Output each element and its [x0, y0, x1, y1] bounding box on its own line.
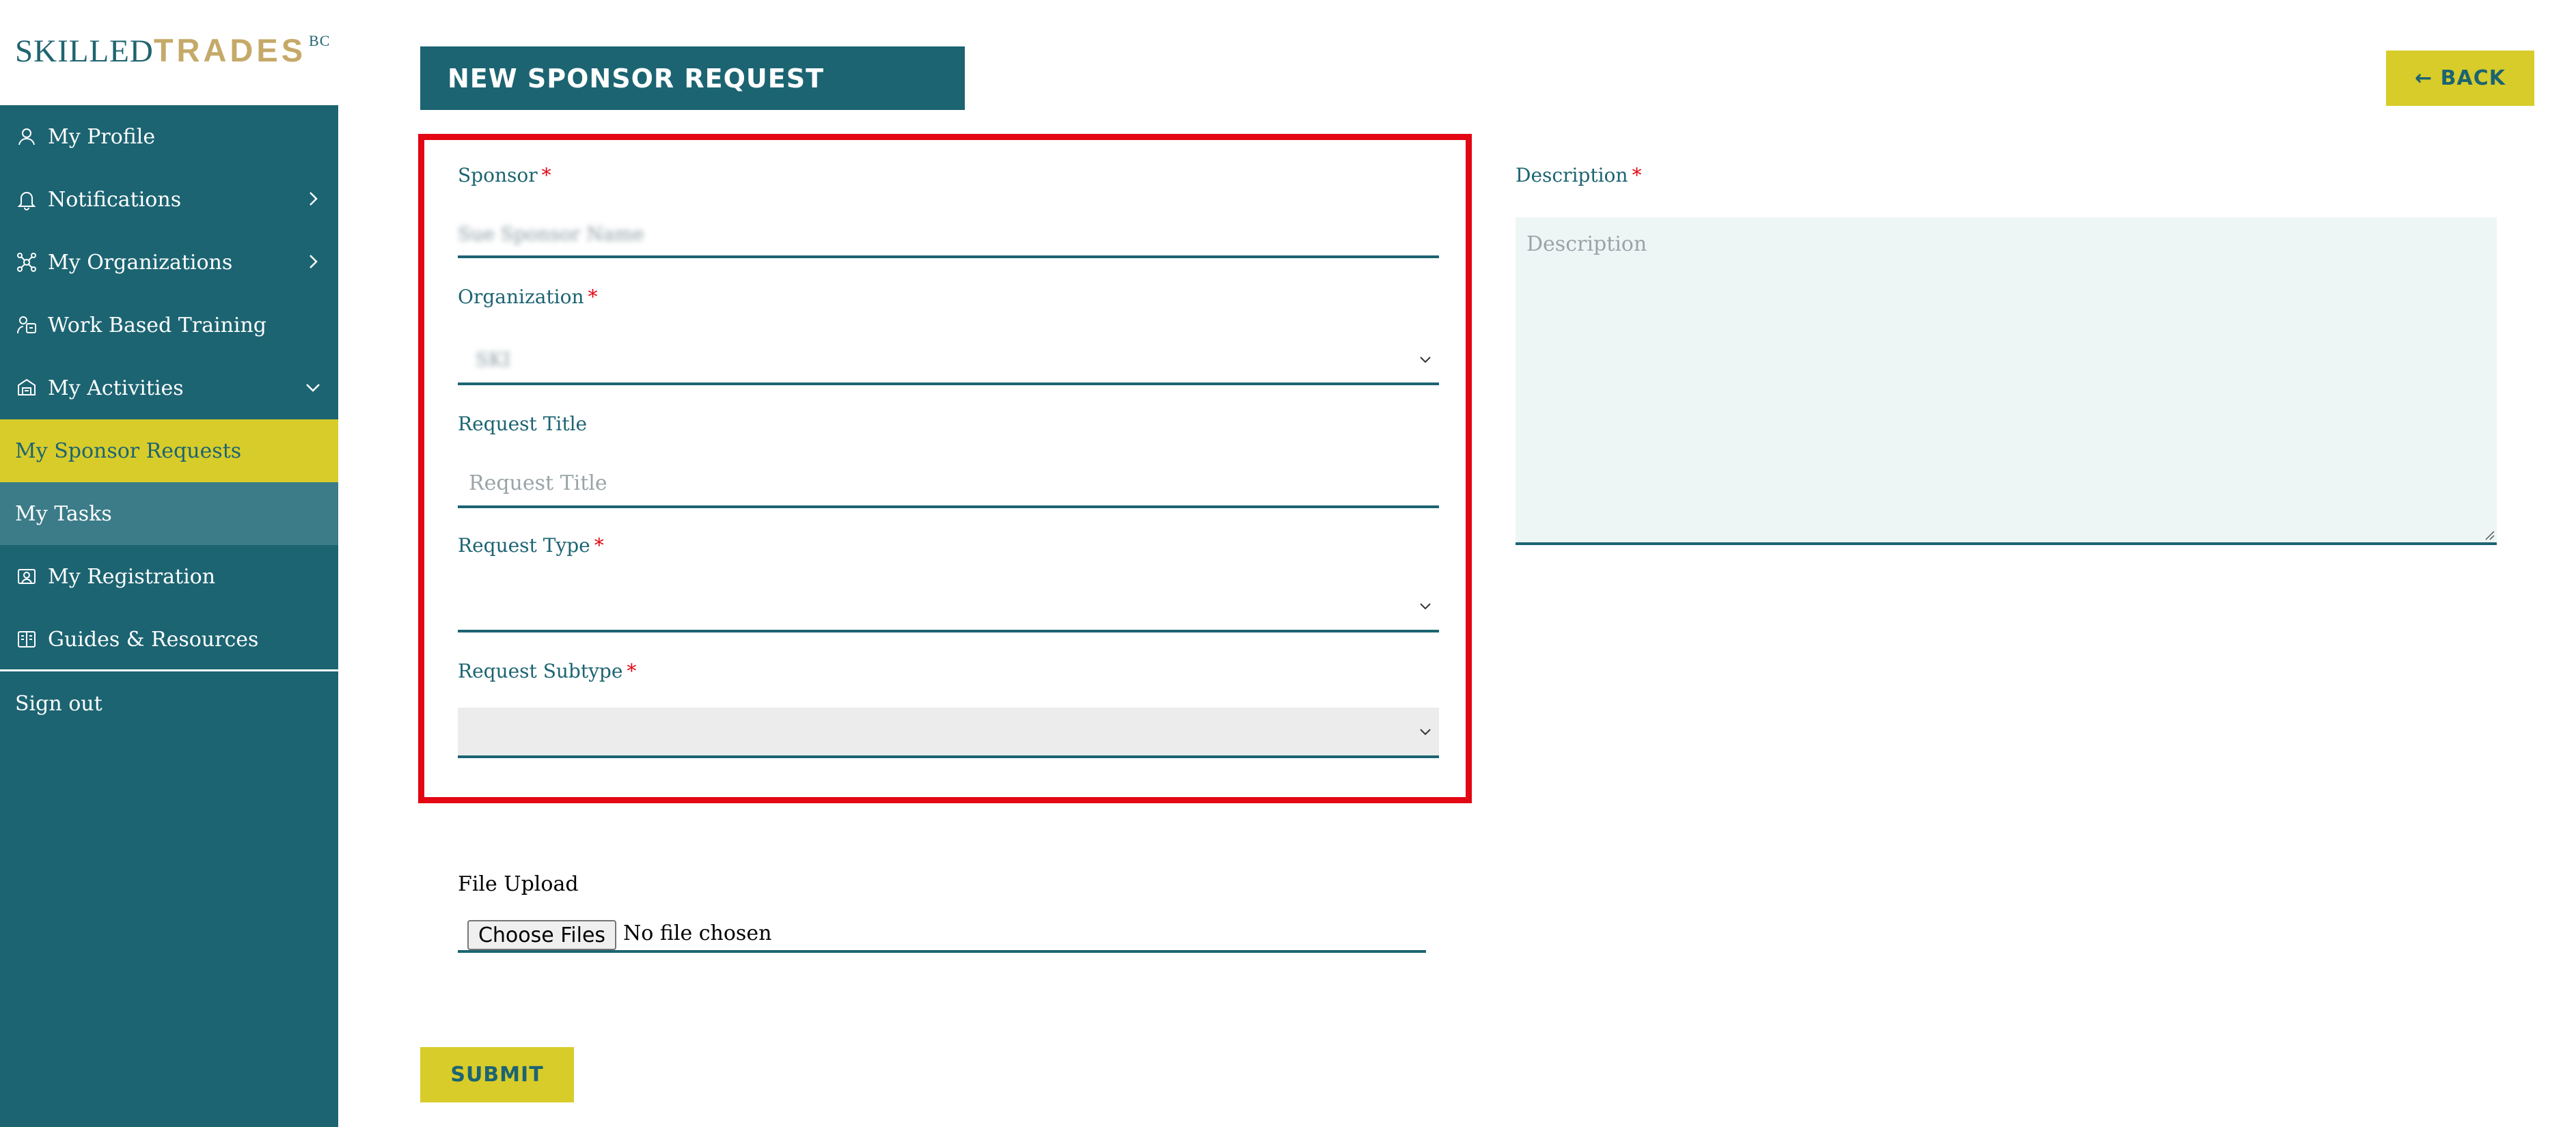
request-title-label: Request Title — [458, 413, 587, 435]
organization-label-text: Organization — [458, 286, 584, 308]
back-button[interactable]: ← BACK — [2386, 51, 2534, 106]
chevron-down-icon — [1420, 603, 1431, 610]
sidebar-item-label: Sign out — [15, 691, 102, 716]
chevron-down-icon — [1420, 729, 1431, 736]
submit-button[interactable]: SUBMIT — [420, 1047, 574, 1102]
required-marker: * — [1632, 164, 1642, 186]
description-placeholder: Description — [1526, 232, 1647, 256]
sidebar-item-label: Guides & Resources — [48, 627, 259, 652]
sidebar-item-my-activities[interactable]: My Activities — [0, 357, 338, 419]
bell-icon — [15, 188, 38, 211]
organization-select[interactable]: SKI — [458, 336, 1439, 385]
sidebar-item-notifications[interactable]: Notifications — [0, 168, 338, 231]
organization-label: Organization * — [458, 286, 598, 308]
skilled-trades-bc-logo[interactable]: SKILLEDTRADES BC — [15, 31, 330, 70]
sidebar-item-label: Work Based Training — [48, 313, 267, 337]
sponsor-value: Sue Sponsor Name — [458, 222, 644, 245]
sidebar-item-my-organizations[interactable]: My Organizations — [0, 231, 338, 294]
sponsor-label-text: Sponsor — [458, 164, 538, 186]
required-marker: * — [594, 534, 604, 557]
description-textarea[interactable]: Description — [1516, 217, 2497, 545]
sidebar-item-label: My Profile — [48, 124, 156, 149]
request-title-input[interactable]: Request Title — [458, 460, 1439, 508]
training-icon — [15, 314, 38, 337]
chevron-right-icon — [310, 192, 318, 206]
required-marker: * — [588, 286, 598, 308]
request-subtype-label: Request Subtype * — [458, 660, 636, 682]
guides-icon — [15, 628, 38, 651]
page-title: NEW SPONSOR REQUEST — [420, 46, 965, 110]
sponsor-label: Sponsor * — [458, 164, 551, 186]
sidebar-item-guides-resources[interactable]: Guides & Resources — [0, 608, 338, 671]
required-marker: * — [627, 660, 637, 682]
request-subtype-label-text: Request Subtype — [458, 660, 623, 682]
request-type-label: Request Type * — [458, 534, 604, 557]
registration-icon — [15, 565, 38, 588]
logo-word-2: TRADES — [153, 32, 307, 68]
organization-icon — [15, 251, 38, 274]
activities-icon — [15, 376, 38, 400]
chevron-right-icon — [310, 255, 318, 268]
sidebar-item-label: My Activities — [48, 376, 184, 400]
sidebar-item-my-tasks[interactable]: My Tasks — [0, 482, 338, 545]
choose-files-button[interactable]: Choose Files — [467, 920, 616, 950]
description-label: Description * — [1516, 164, 1641, 186]
user-icon — [15, 125, 38, 148]
sidebar-item-my-profile[interactable]: My Profile — [0, 105, 338, 168]
sidebar-item-my-sponsor-requests[interactable]: My Sponsor Requests — [0, 419, 338, 482]
sidebar: My Profile Notifications My Organization… — [0, 105, 338, 1127]
sidebar-item-label: My Sponsor Requests — [15, 439, 242, 463]
required-marker: * — [541, 164, 551, 186]
chevron-down-icon — [1420, 357, 1431, 363]
request-type-label-text: Request Type — [458, 534, 590, 557]
sponsor-field[interactable]: Sue Sponsor Name — [458, 212, 1439, 258]
sidebar-item-label: My Registration — [48, 564, 216, 589]
logo-area: SKILLEDTRADES BC — [0, 0, 338, 105]
resize-handle-icon[interactable] — [2482, 527, 2495, 541]
logo-suffix: BC — [309, 32, 331, 50]
request-type-select[interactable] — [458, 582, 1439, 632]
file-status-text: No file chosen — [623, 921, 772, 945]
file-upload-field: Choose Files No file chosen — [458, 919, 1426, 953]
request-title-placeholder: Request Title — [469, 471, 607, 495]
sidebar-item-label: My Tasks — [15, 501, 112, 526]
sidebar-item-label: Notifications — [48, 187, 182, 212]
logo-word-1: SKILLED — [15, 33, 154, 69]
sidebar-item-sign-out[interactable]: Sign out — [0, 672, 338, 735]
file-upload-label: File Upload — [458, 872, 579, 896]
sidebar-divider — [0, 669, 338, 671]
description-label-text: Description — [1516, 164, 1628, 186]
request-subtype-select[interactable] — [458, 708, 1439, 758]
request-title-label-text: Request Title — [458, 413, 588, 435]
chevron-down-icon — [306, 384, 320, 392]
organization-value: SKI — [476, 348, 511, 371]
sidebar-item-work-based-training[interactable]: Work Based Training — [0, 294, 338, 357]
sidebar-item-label: My Organizations — [48, 250, 233, 275]
sidebar-item-my-registration[interactable]: My Registration — [0, 545, 338, 608]
